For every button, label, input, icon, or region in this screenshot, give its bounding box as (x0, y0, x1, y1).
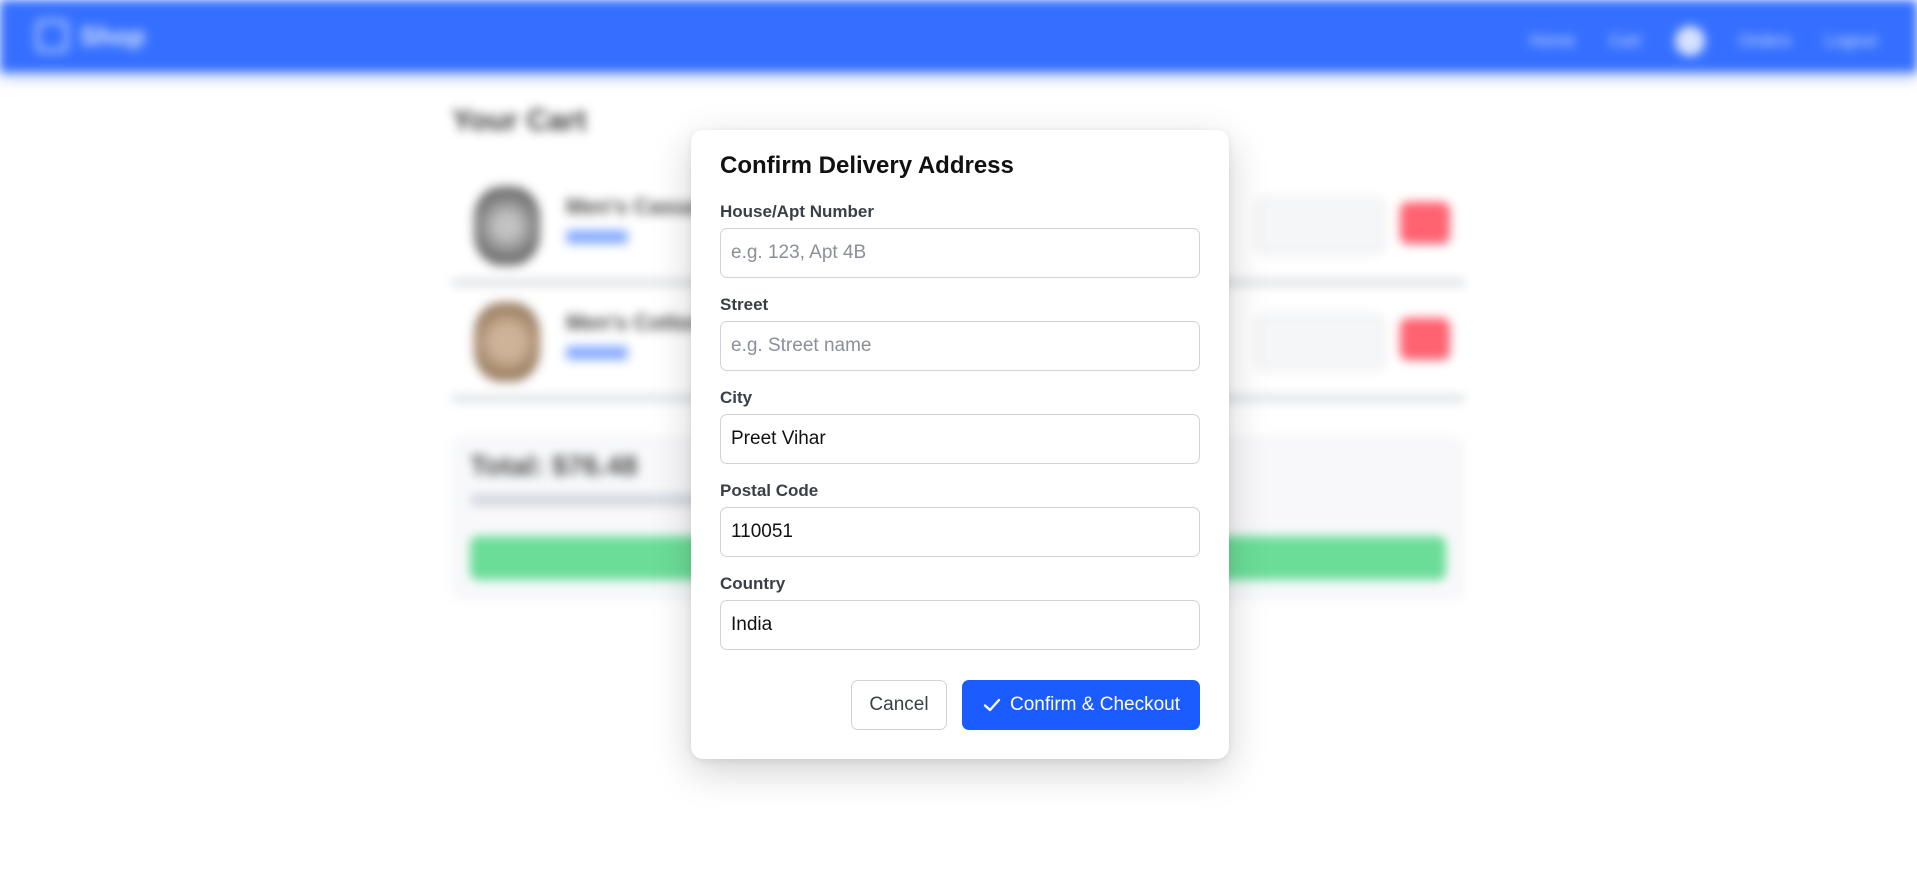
postal-code-label: Postal Code (720, 481, 819, 500)
city-label: City (720, 388, 753, 407)
address-modal: Confirm Delivery Address House/Apt Numbe… (691, 130, 1229, 759)
confirm-checkout-label: Confirm & Checkout (1009, 694, 1180, 715)
postal-code-input[interactable] (720, 507, 1200, 557)
confirm-checkout-button[interactable]: Confirm & Checkout (962, 680, 1200, 730)
house-number-input[interactable] (720, 228, 1200, 278)
city-input[interactable] (720, 414, 1200, 464)
country-label: Country (720, 574, 786, 593)
house-number-label: House/Apt Number (720, 202, 874, 221)
country-input[interactable] (720, 600, 1200, 650)
street-label: Street (720, 295, 769, 314)
cancel-button[interactable]: Cancel (851, 680, 947, 730)
check-icon (982, 695, 1002, 715)
modal-title: Confirm Delivery Address (720, 152, 1014, 179)
street-input[interactable] (720, 321, 1200, 371)
